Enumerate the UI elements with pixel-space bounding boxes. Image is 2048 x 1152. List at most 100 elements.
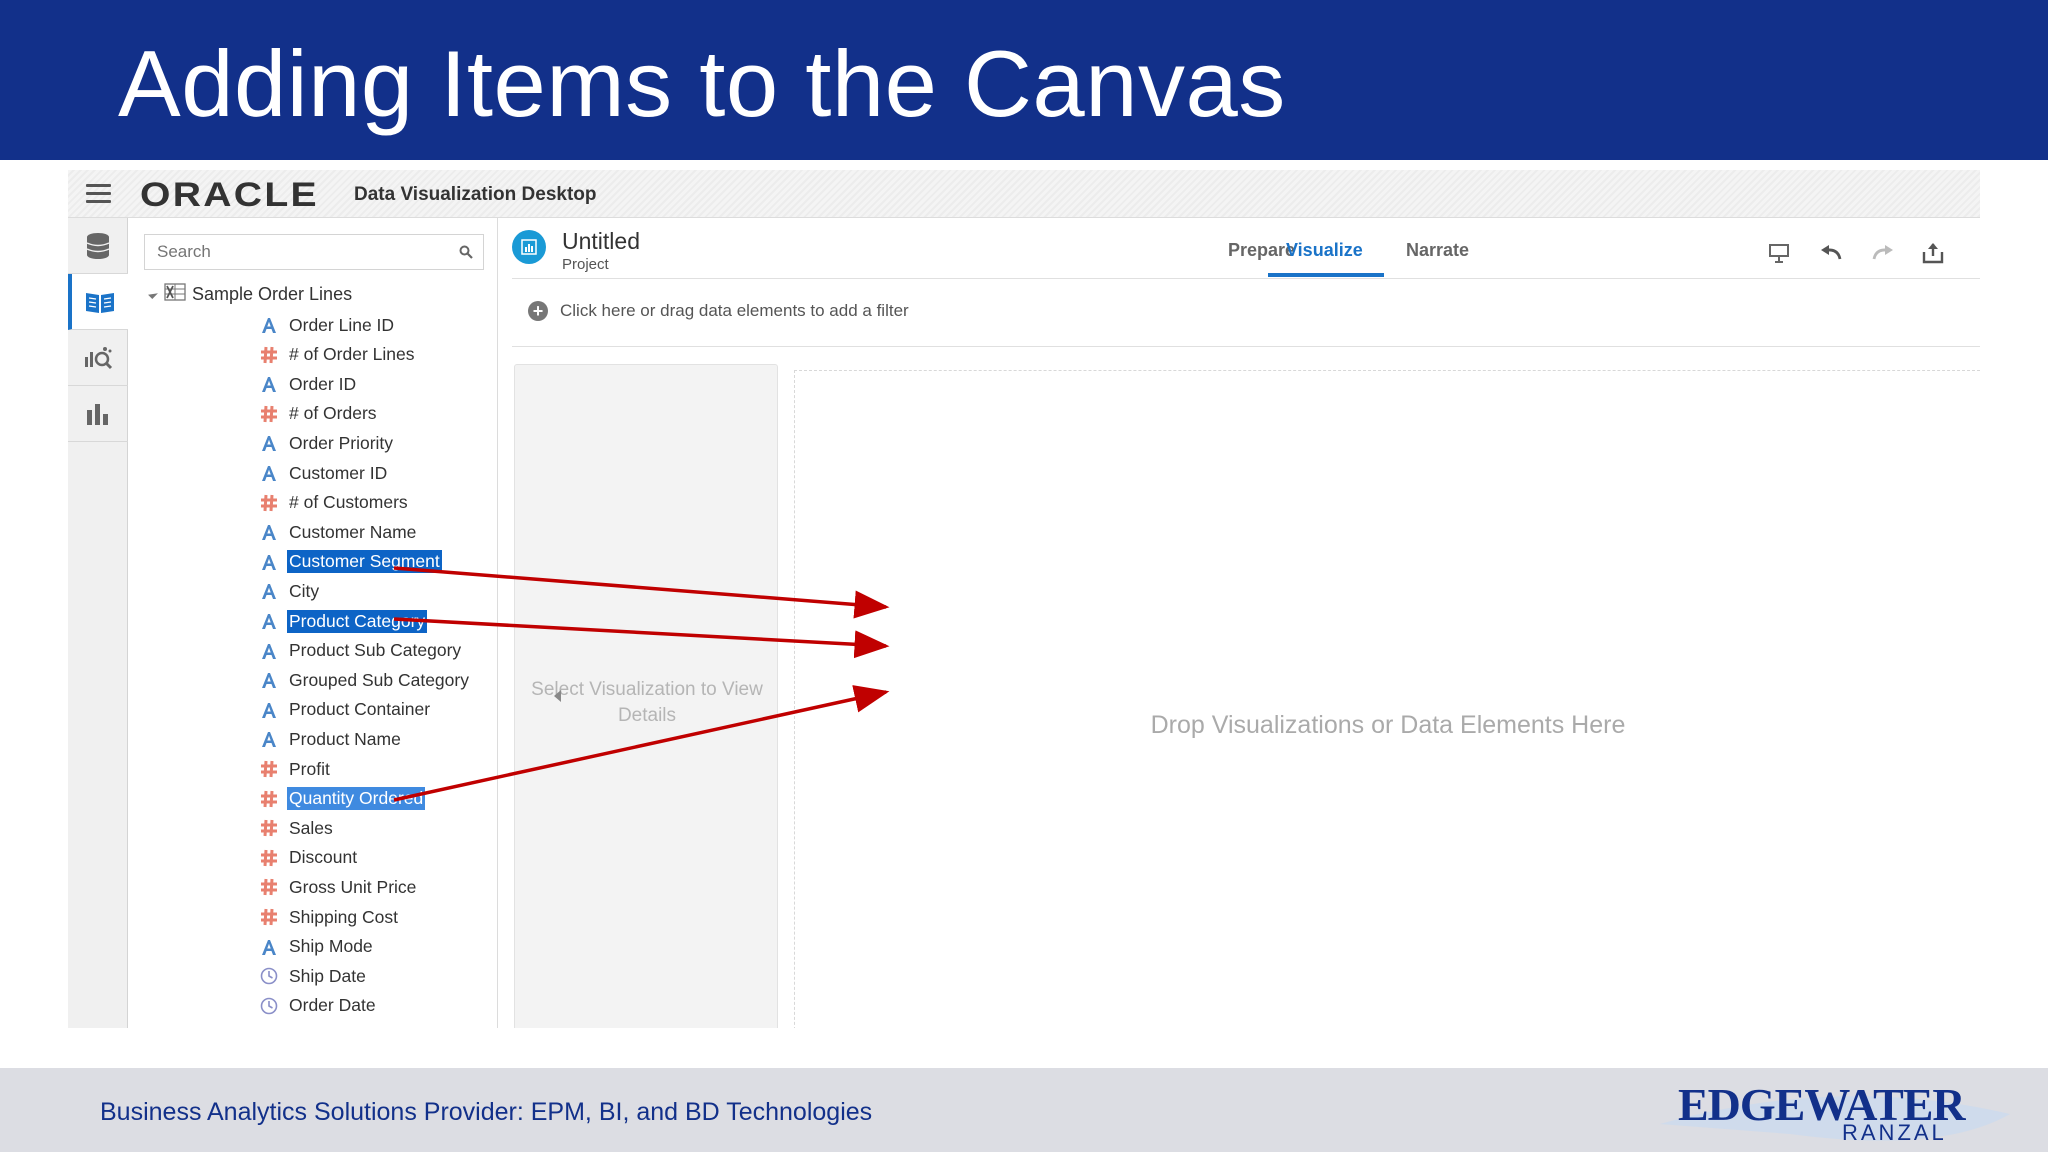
field-label: Shipping Cost bbox=[289, 906, 398, 927]
field-label: City bbox=[289, 580, 320, 601]
field-item[interactable]: Sales bbox=[258, 815, 335, 841]
app-window: ORACLE Data Visualization Desktop Search… bbox=[68, 170, 1980, 1028]
field-label: Sales bbox=[289, 817, 333, 838]
field-label: Discount bbox=[289, 847, 358, 868]
field-label: Customer Name bbox=[289, 521, 417, 542]
title-bar: Adding Items to the Canvas bbox=[0, 0, 2048, 160]
measure-icon bbox=[258, 847, 280, 869]
export-icon[interactable] bbox=[1918, 238, 1948, 268]
field-item[interactable]: Gross Unit Price bbox=[258, 874, 418, 900]
collapse-panel-arrow[interactable] bbox=[554, 690, 561, 702]
field-item[interactable]: Shipping Cost bbox=[258, 904, 400, 930]
field-item[interactable]: Customer Segment bbox=[258, 549, 442, 575]
field-label: Ship Mode bbox=[289, 936, 373, 957]
field-item[interactable]: Ship Mode bbox=[258, 934, 375, 960]
field-item[interactable]: City bbox=[258, 578, 321, 604]
filter-hint: Click here or drag data elements to add … bbox=[560, 301, 909, 320]
dataset-label: Sample Order Lines bbox=[192, 283, 353, 304]
attribute-icon bbox=[258, 669, 280, 691]
attribute-icon bbox=[258, 610, 280, 632]
undo-icon[interactable] bbox=[1816, 238, 1846, 268]
hamburger-menu-icon[interactable] bbox=[86, 184, 111, 204]
present-icon[interactable] bbox=[1764, 238, 1794, 268]
tab-visualize[interactable]: Visualize bbox=[1286, 240, 1363, 261]
app-header: ORACLE Data Visualization Desktop bbox=[68, 170, 1980, 218]
field-label: Product Name bbox=[289, 728, 401, 749]
field-item[interactable]: Customer Name bbox=[258, 519, 418, 545]
properties-hint: Select Visualization to View Details bbox=[531, 679, 763, 726]
left-icon-rail bbox=[68, 218, 128, 1028]
explore-icon[interactable] bbox=[68, 330, 128, 386]
field-item[interactable]: Profit bbox=[258, 756, 332, 782]
field-item[interactable]: Order ID bbox=[258, 371, 358, 397]
attribute-icon bbox=[258, 551, 280, 573]
field-label: Order ID bbox=[289, 373, 357, 394]
redo-icon[interactable] bbox=[1868, 238, 1898, 268]
field-item[interactable]: Product Container bbox=[258, 697, 432, 723]
field-item[interactable]: Order Date bbox=[258, 993, 378, 1019]
field-item[interactable]: # of Orders bbox=[258, 401, 379, 427]
active-tab-indicator bbox=[1268, 273, 1384, 277]
field-item[interactable]: Product Name bbox=[258, 726, 403, 752]
attribute-icon bbox=[258, 640, 280, 662]
field-item[interactable]: # of Order Lines bbox=[258, 342, 416, 368]
field-item[interactable]: Discount bbox=[258, 845, 359, 871]
search-input[interactable] bbox=[145, 235, 445, 269]
field-label: Order Priority bbox=[289, 432, 394, 453]
measure-icon bbox=[258, 403, 280, 425]
field-label: # of Customers bbox=[289, 492, 408, 513]
field-item[interactable]: Order Priority bbox=[258, 430, 395, 456]
canvas-area: Untitled Project Prepare Visualize Narra… bbox=[498, 218, 1980, 1028]
field-item[interactable]: Customer ID bbox=[258, 460, 389, 486]
search-icon[interactable] bbox=[459, 245, 473, 264]
excel-dataset-icon bbox=[164, 282, 186, 306]
slide: Adding Items to the Canvas ORACLE Data V… bbox=[0, 0, 2048, 1152]
field-item[interactable]: Quantity Ordered bbox=[258, 786, 426, 812]
project-title[interactable]: Untitled bbox=[562, 228, 640, 255]
add-filter-icon[interactable]: + bbox=[528, 301, 548, 321]
attribute-icon bbox=[258, 699, 280, 721]
filter-divider bbox=[512, 346, 1980, 347]
attribute-icon bbox=[258, 314, 280, 336]
field-label: Grouped Sub Category bbox=[289, 669, 469, 690]
dataset-node[interactable]: Sample Order Lines bbox=[148, 280, 353, 308]
field-label: Gross Unit Price bbox=[289, 876, 417, 897]
field-item[interactable]: Product Sub Category bbox=[258, 638, 463, 664]
data-panel: Sample Order Lines Order Line ID # of Ord… bbox=[128, 218, 536, 1028]
field-label: Order Date bbox=[289, 995, 376, 1016]
clock-icon bbox=[258, 995, 280, 1017]
book-icon[interactable] bbox=[68, 274, 128, 330]
database-icon[interactable] bbox=[68, 218, 128, 274]
field-item[interactable]: Grouped Sub Category bbox=[258, 667, 471, 693]
slide-footer: Business Analytics Solutions Provider: E… bbox=[0, 1068, 2048, 1152]
field-label: Product Sub Category bbox=[289, 640, 462, 661]
field-item[interactable]: Product Category bbox=[258, 608, 428, 634]
field-label: Ship Date bbox=[289, 965, 366, 986]
tabs-divider bbox=[512, 278, 1980, 279]
measure-icon bbox=[258, 817, 280, 839]
field-item[interactable]: # of Customers bbox=[258, 490, 410, 516]
field-label: # of Order Lines bbox=[289, 344, 415, 365]
field-label: Profit bbox=[289, 758, 330, 779]
drop-hint: Drop Visualizations or Data Elements Her… bbox=[1150, 711, 1626, 739]
footer-text: Business Analytics Solutions Provider: E… bbox=[100, 1098, 873, 1126]
field-item[interactable]: Ship Date bbox=[258, 963, 368, 989]
visualization-drop-zone[interactable]: Drop Visualizations or Data Elements Her… bbox=[794, 370, 1980, 1028]
measure-icon bbox=[258, 876, 280, 898]
field-label: Customer Segment bbox=[287, 550, 442, 574]
measure-icon bbox=[258, 788, 280, 810]
field-label: Customer ID bbox=[289, 462, 388, 483]
bar-chart-icon[interactable] bbox=[68, 386, 128, 442]
tab-prepare[interactable]: Prepare bbox=[1228, 240, 1295, 261]
project-icon bbox=[512, 230, 546, 264]
brand-sublogo: RANZAL bbox=[1842, 1120, 1947, 1145]
field-label: Order Line ID bbox=[289, 314, 395, 335]
field-item[interactable]: Order Line ID bbox=[258, 312, 396, 338]
expand-caret-icon[interactable] bbox=[148, 289, 158, 299]
tab-narrate[interactable]: Narrate bbox=[1406, 240, 1469, 261]
measure-icon bbox=[258, 758, 280, 780]
slide-title: Adding Items to the Canvas bbox=[118, 31, 1286, 136]
field-label: Product Category bbox=[287, 609, 428, 633]
measure-icon bbox=[258, 906, 280, 928]
filter-bar[interactable]: + Click here or drag data elements to ad… bbox=[528, 298, 909, 324]
